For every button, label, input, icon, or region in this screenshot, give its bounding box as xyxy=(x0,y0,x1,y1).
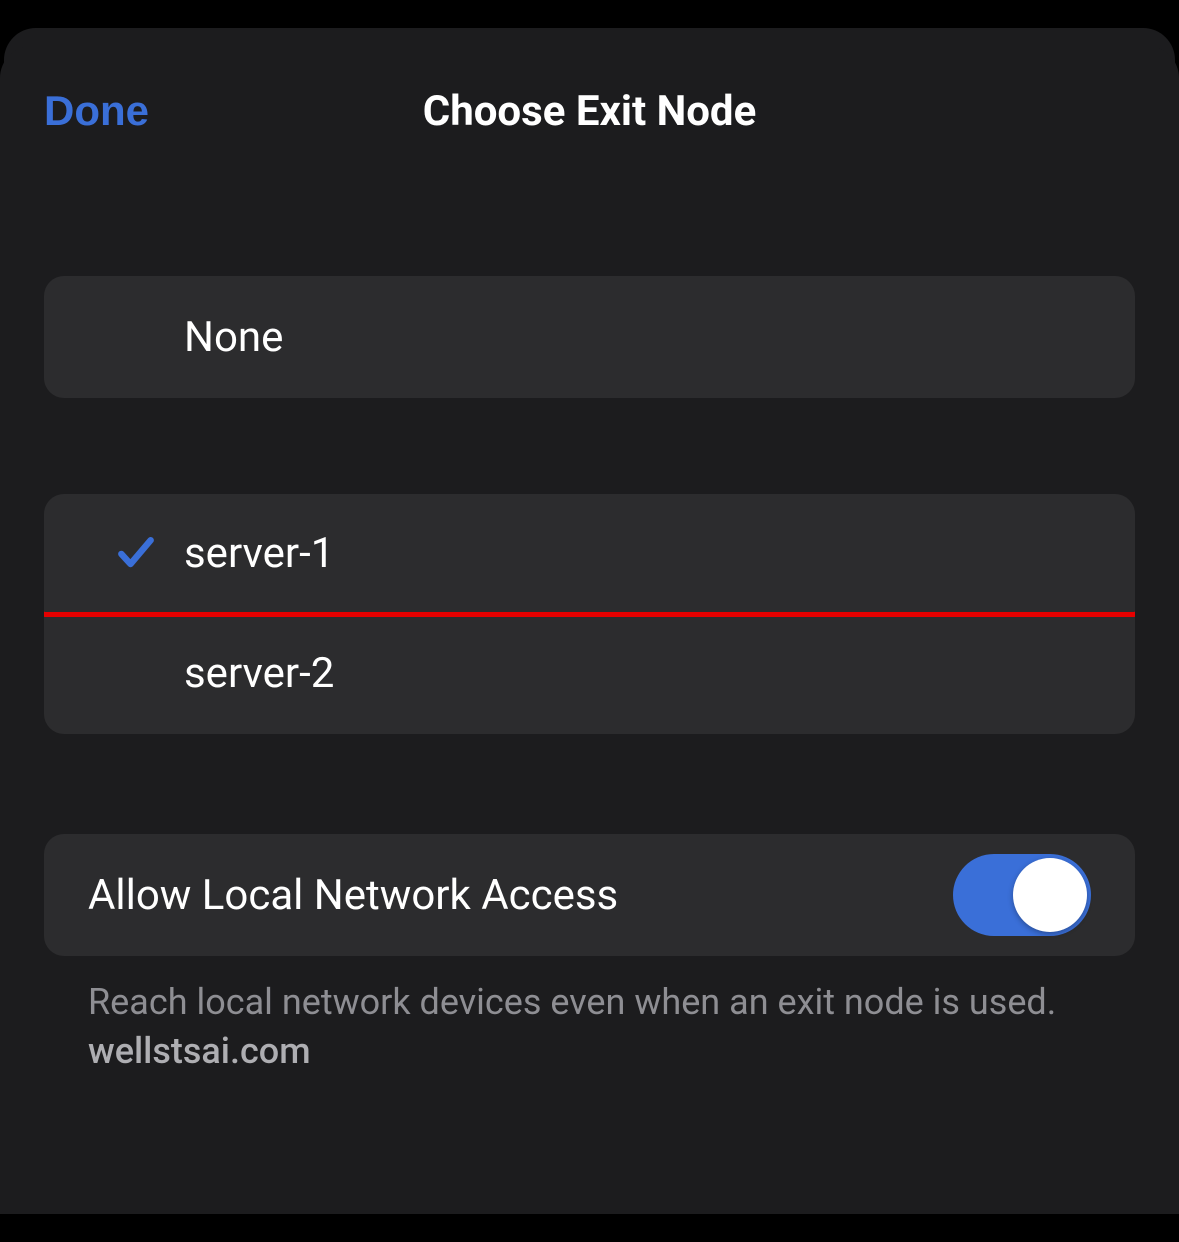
done-button[interactable]: Done xyxy=(44,87,149,135)
server-label: server-1 xyxy=(184,529,334,578)
none-label: None xyxy=(184,313,283,362)
server-label: server-2 xyxy=(184,649,334,698)
exit-node-server-2[interactable]: server-2 xyxy=(44,612,1135,734)
footer-description: Reach local network devices even when an… xyxy=(88,981,1056,1023)
none-group: None xyxy=(44,276,1135,398)
footer-watermark: wellstsai.com xyxy=(88,1030,311,1072)
checkmark-icon xyxy=(114,531,158,575)
local-access-footer: Reach local network devices even when an… xyxy=(44,956,1135,1075)
sheet-header: Done Choose Exit Node xyxy=(0,46,1179,176)
servers-group: server-1 server-2 xyxy=(44,494,1135,734)
page-title: Choose Exit Node xyxy=(423,87,757,136)
local-access-row: Allow Local Network Access xyxy=(44,834,1135,956)
highlight-box: server-1 xyxy=(44,494,1135,617)
check-slot xyxy=(88,531,184,575)
local-access-group: Allow Local Network Access xyxy=(44,834,1135,956)
exit-node-none[interactable]: None xyxy=(44,276,1135,398)
local-access-toggle[interactable] xyxy=(953,854,1091,936)
local-access-label: Allow Local Network Access xyxy=(88,871,618,920)
exit-node-server-1[interactable]: server-1 xyxy=(44,494,1135,612)
toggle-thumb xyxy=(1013,858,1087,932)
